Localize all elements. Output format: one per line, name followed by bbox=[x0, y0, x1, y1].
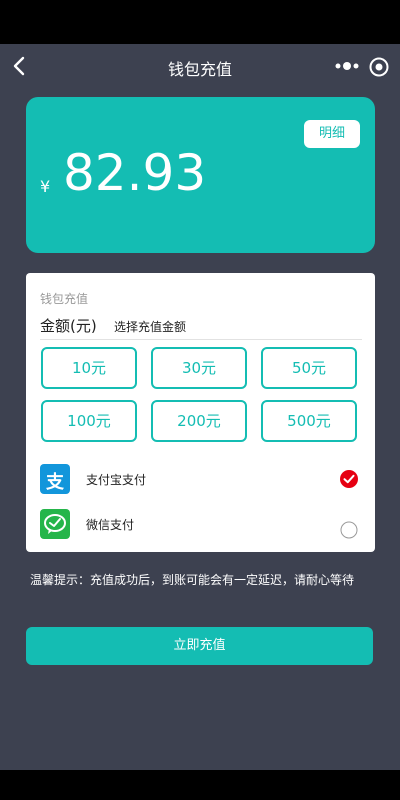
checked-radio-icon[interactable] bbox=[340, 470, 358, 488]
alipay-glyph: 支 bbox=[46, 472, 64, 493]
currency-symbol: ¥ bbox=[40, 177, 51, 196]
amount-option-50[interactable]: 50元 bbox=[261, 347, 357, 389]
close-miniprogram-icon[interactable] bbox=[368, 56, 390, 78]
alipay-label: 支付宝支付 bbox=[86, 473, 147, 487]
amount-option-10[interactable]: 10元 bbox=[41, 347, 137, 389]
amount-hint: 选择充值金额 bbox=[114, 320, 187, 334]
unchecked-radio-icon[interactable] bbox=[340, 521, 358, 539]
amount-row: 金额(元) 选择充值金额 bbox=[40, 315, 362, 340]
amount-option-500[interactable]: 500元 bbox=[261, 400, 357, 442]
alipay-icon: 支 bbox=[40, 464, 70, 494]
more-icon[interactable] bbox=[334, 60, 360, 72]
recharge-submit-button[interactable]: 立即充值 bbox=[26, 627, 373, 665]
detail-button[interactable]: 明细 bbox=[304, 120, 360, 148]
wechat-pay-icon bbox=[40, 509, 70, 539]
amount-label: 金额(元) bbox=[40, 317, 97, 335]
payment-option-alipay[interactable]: 支 支付宝支付 bbox=[40, 464, 362, 494]
amount-option-200[interactable]: 200元 bbox=[151, 400, 247, 442]
wechat-pay-label: 微信支付 bbox=[86, 518, 135, 532]
recharge-card: 钱包充值 金额(元) 选择充值金额 10元 30元 50元 100元 200元 … bbox=[26, 273, 375, 552]
balance-card: 明细 ¥ 82.93 bbox=[26, 97, 375, 253]
tip-text: 温馨提示：充值成功后，到账可能会有一定延迟，请耐心等待 bbox=[30, 573, 355, 587]
payment-option-wechat[interactable]: 微信支付 bbox=[40, 509, 362, 539]
status-bar bbox=[0, 0, 400, 44]
section-title: 钱包充值 bbox=[40, 292, 89, 306]
nav-bar: 钱包充值 bbox=[0, 44, 400, 88]
balance-amount: 82.93 bbox=[63, 144, 207, 202]
amount-option-100[interactable]: 100元 bbox=[41, 400, 137, 442]
bottom-bar bbox=[0, 770, 400, 800]
amount-option-30[interactable]: 30元 bbox=[151, 347, 247, 389]
